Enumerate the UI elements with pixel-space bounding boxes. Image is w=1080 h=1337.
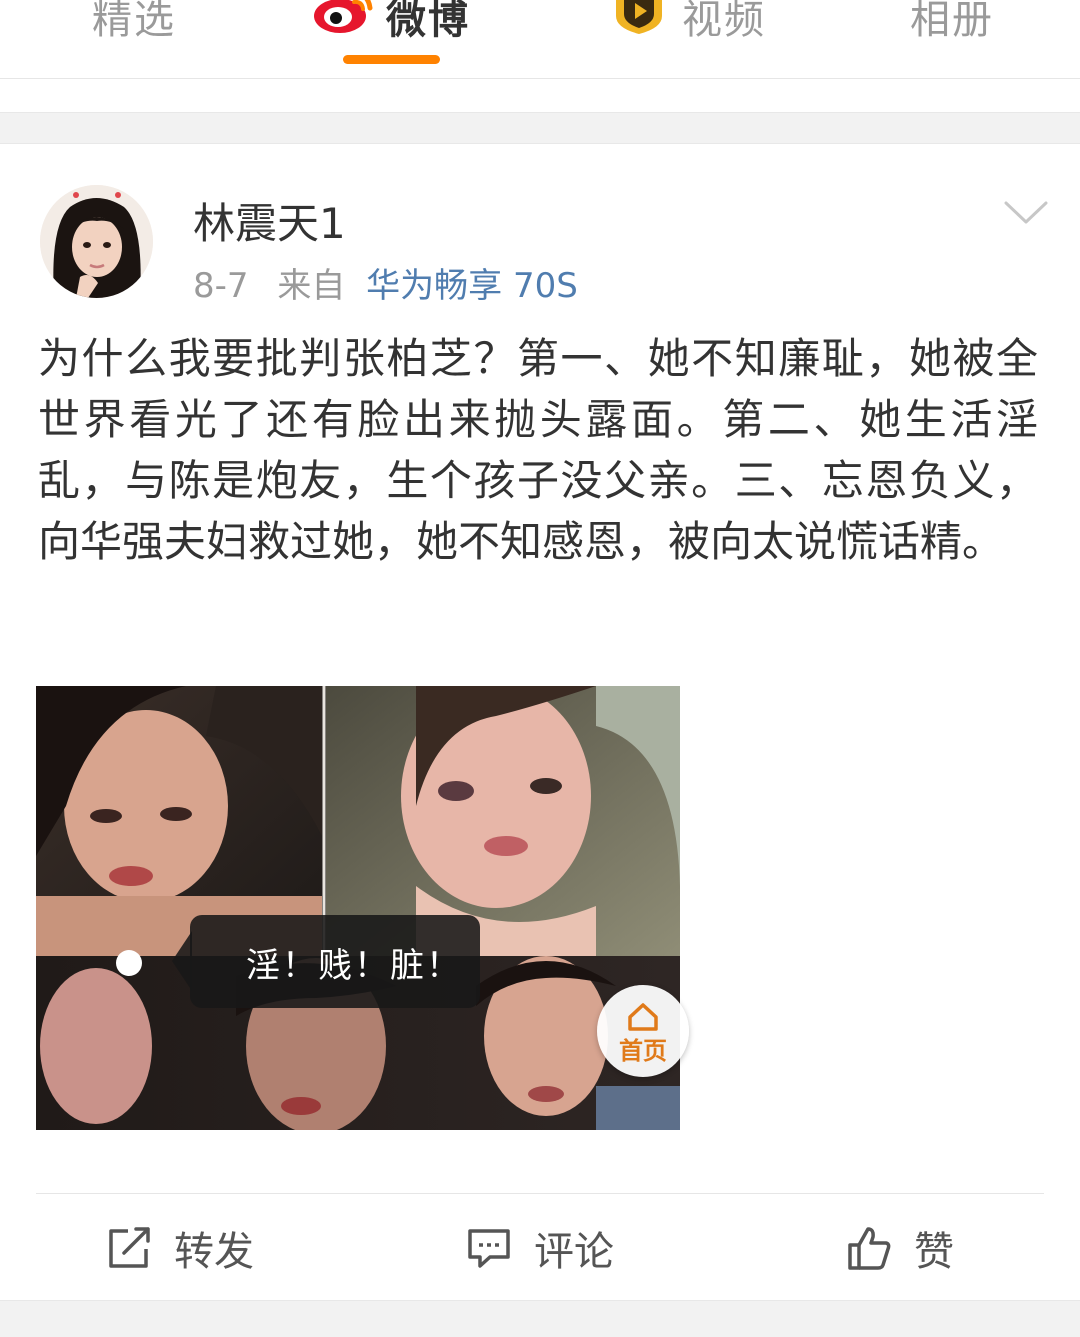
post-meta: 8-7 来自 华为畅享 70S bbox=[193, 258, 578, 307]
post-source-prefix: 来自 bbox=[277, 266, 346, 306]
top-tab-bar: 精选 微博 视频 相册 bbox=[0, 0, 1080, 79]
comment-icon bbox=[468, 1229, 510, 1268]
repost-icon bbox=[109, 1227, 150, 1268]
tab-video[interactable]: 视频 bbox=[608, 0, 766, 46]
active-tab-indicator bbox=[343, 55, 440, 64]
tab-weibo-label: 微博 bbox=[386, 0, 470, 43]
thumbs-up-icon bbox=[848, 1227, 891, 1270]
section-separator bbox=[0, 112, 1080, 144]
weibo-logo-icon bbox=[312, 0, 374, 44]
tab-weibo[interactable]: 微博 bbox=[312, 0, 470, 46]
bottom-separator bbox=[0, 1300, 1080, 1337]
tab-featured[interactable]: 精选 bbox=[92, 0, 176, 46]
comment-button[interactable]: 评论 bbox=[466, 1222, 614, 1275]
photo-collage bbox=[36, 686, 680, 1130]
repost-label: 转发 bbox=[174, 1229, 254, 1275]
post-text: 为什么我要批判张柏芝？第一、她不知廉耻，她被全世界看光了还有脸出来抛头露面。第二… bbox=[38, 334, 1038, 566]
home-float-button[interactable]: 首页 bbox=[597, 985, 689, 1077]
post-date: 8-7 bbox=[193, 266, 249, 306]
like-button[interactable]: 赞 bbox=[846, 1222, 954, 1275]
post-image[interactable]: 淫！贱！脏！ bbox=[36, 686, 680, 1130]
post-source-link[interactable]: 华为畅享 70S bbox=[366, 266, 578, 306]
repost-button[interactable]: 转发 bbox=[106, 1222, 254, 1275]
tag-dot bbox=[116, 950, 142, 976]
like-label: 赞 bbox=[914, 1229, 954, 1275]
avatar[interactable] bbox=[40, 185, 153, 298]
comment-label: 评论 bbox=[534, 1229, 614, 1275]
image-tag-text: 淫！贱！脏！ bbox=[246, 946, 462, 986]
video-badge-icon bbox=[608, 0, 670, 44]
tab-album[interactable]: 相册 bbox=[910, 0, 994, 46]
home-float-label: 首页 bbox=[619, 1037, 667, 1065]
post-username[interactable]: 林震天1 bbox=[193, 190, 346, 251]
action-divider bbox=[36, 1193, 1044, 1194]
tab-featured-label: 精选 bbox=[92, 0, 176, 43]
chevron-down-icon[interactable] bbox=[1003, 198, 1049, 228]
image-tag-bubble: 淫！贱！脏！ bbox=[172, 915, 480, 1008]
tab-video-label: 视频 bbox=[682, 0, 766, 43]
tab-album-label: 相册 bbox=[910, 0, 994, 43]
